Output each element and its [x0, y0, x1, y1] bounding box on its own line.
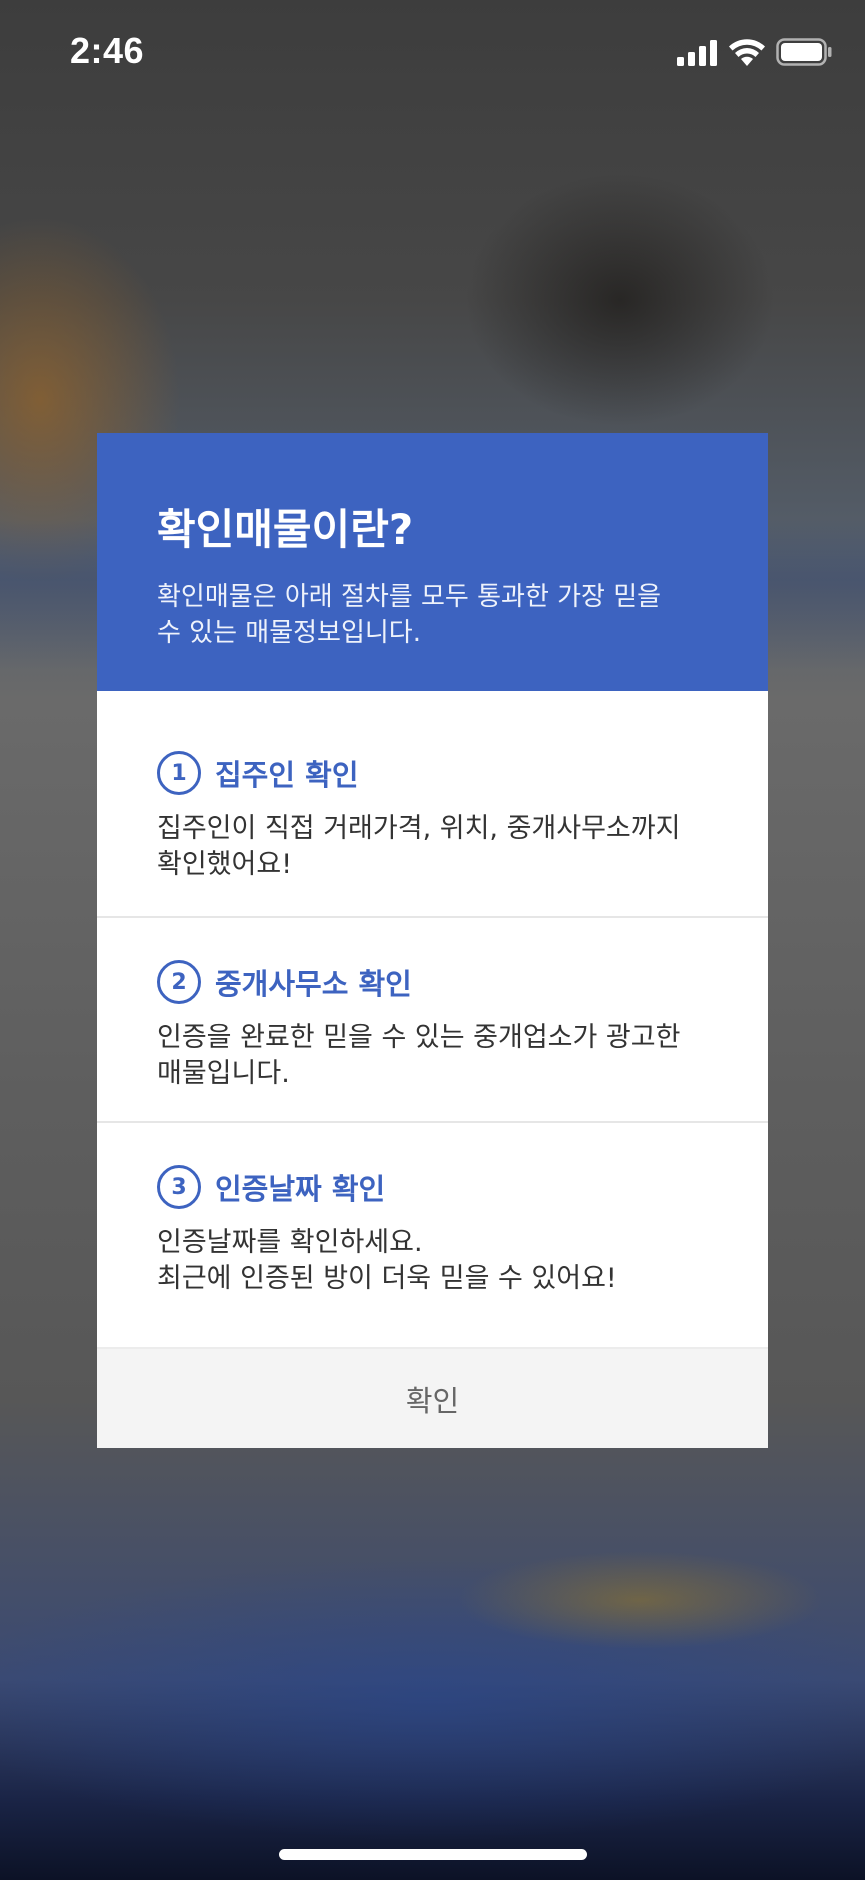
- step-number-badge: 1: [157, 751, 201, 795]
- step-date-verification: 3 인증날짜 확인 인증날짜를 확인하세요. 최근에 인증된 방이 더욱 믿을 …: [97, 1123, 768, 1349]
- wifi-icon: [729, 39, 765, 66]
- step-title: 중개사무소 확인: [215, 967, 412, 1001]
- step-number-badge: 2: [157, 960, 201, 1004]
- home-indicator[interactable]: [279, 1849, 587, 1860]
- confirm-button[interactable]: 확인: [97, 1347, 768, 1448]
- dialog-header: 확인매물이란? 확인매물은 아래 절차를 모두 통과한 가장 믿을 수 있는 매…: [97, 433, 768, 691]
- step-title: 인증날짜 확인: [215, 1172, 386, 1206]
- step-title: 집주인 확인: [215, 758, 359, 792]
- step-heading: 1 집주인 확인: [157, 749, 708, 797]
- cellular-signal-icon: [677, 40, 717, 66]
- step-agency-verification: 2 중개사무소 확인 인증을 완료한 믿을 수 있는 중개업소가 광고한 매물입…: [97, 918, 768, 1123]
- battery-icon: [776, 38, 832, 66]
- step-heading: 3 인증날짜 확인: [157, 1163, 708, 1211]
- step-description: 인증날짜를 확인하세요. 최근에 인증된 방이 더욱 믿을 수 있어요!: [157, 1227, 617, 1294]
- verified-listing-dialog: 확인매물이란? 확인매물은 아래 절차를 모두 통과한 가장 믿을 수 있는 매…: [97, 433, 768, 1448]
- step-number-badge: 3: [157, 1165, 201, 1209]
- step-description: 집주인이 직접 거래가격, 위치, 중개사무소까지 확인했어요!: [157, 813, 681, 880]
- dialog-subtitle: 확인매물은 아래 절차를 모두 통과한 가장 믿을 수 있는 매물정보입니다.: [157, 582, 662, 648]
- status-bar: 2:46: [0, 0, 865, 110]
- dialog-title: 확인매물이란?: [157, 505, 414, 554]
- step-heading: 2 중개사무소 확인: [157, 958, 708, 1006]
- step-description: 인증을 완료한 믿을 수 있는 중개업소가 광고한 매물입니다.: [157, 1022, 681, 1089]
- step-owner-verification: 1 집주인 확인 집주인이 직접 거래가격, 위치, 중개사무소까지 확인했어요…: [97, 691, 768, 918]
- status-time: 2:46: [70, 30, 145, 71]
